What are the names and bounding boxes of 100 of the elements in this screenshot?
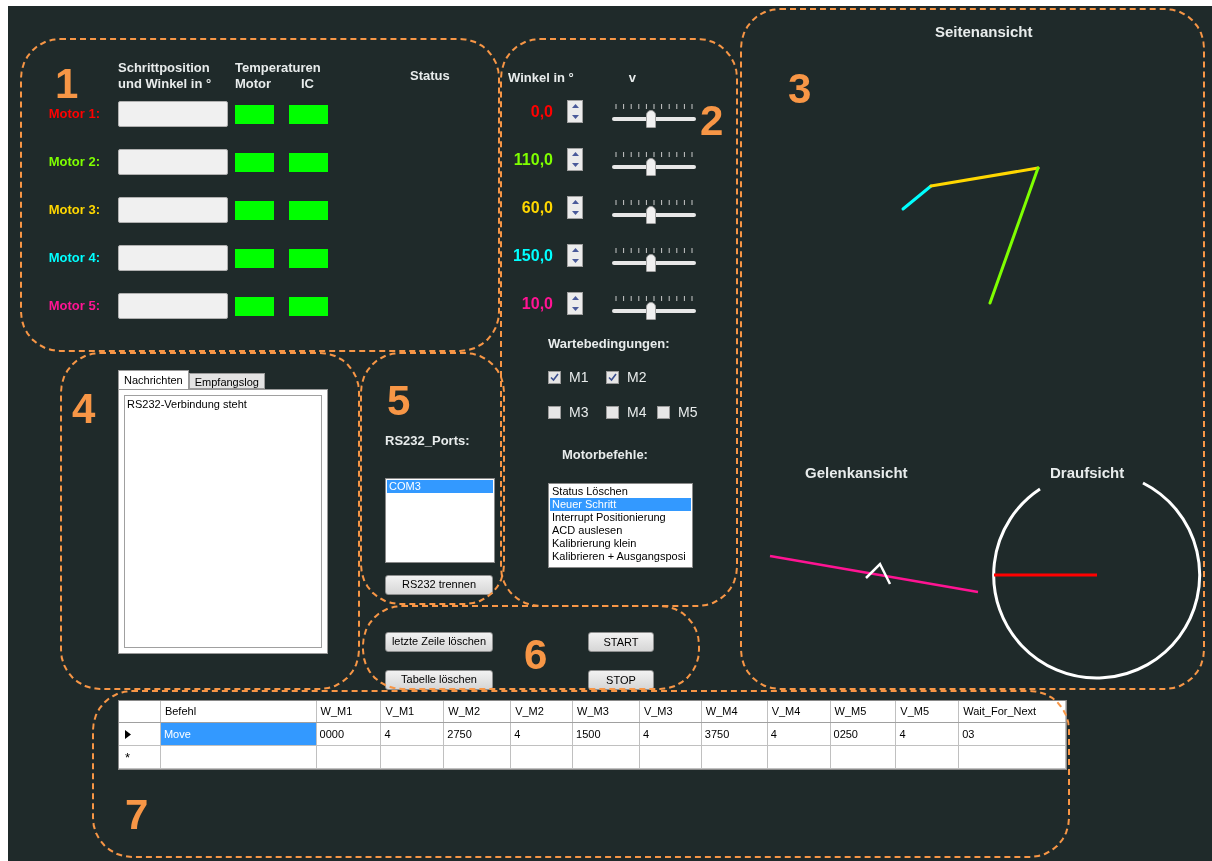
spin-buttons[interactable] [567,100,583,123]
table-cell[interactable]: 4 [511,723,574,745]
position-field[interactable] [118,293,228,319]
checkbox[interactable] [657,406,670,419]
slider-track[interactable] [612,253,696,272]
slider-thumb[interactable] [646,205,656,224]
down-arrow-icon [571,114,579,119]
angle-value: 0,0 [529,101,553,122]
checkbox[interactable] [606,406,619,419]
slider-track[interactable] [612,301,696,320]
clear-table-button[interactable]: Tabelle löschen [385,669,493,690]
view-title: Gelenkansicht [805,463,908,483]
up-arrow-icon [571,296,579,301]
slider-thumb[interactable] [646,157,656,176]
column-header: W_M2 [444,701,512,722]
list-item[interactable]: Kalibrierung klein [550,536,691,550]
angle-value: 10,0 [520,293,553,314]
table-cell[interactable]: 4 [767,723,831,745]
column-header: W_M4 [701,701,768,722]
view-title: Seitenansicht [935,22,1033,42]
region-number: 5 [387,380,411,422]
angle-value: 150,0 [511,245,553,266]
column-header: W_M5 [830,701,897,722]
command-list[interactable]: Status Löschen Neuer Schritt Interrupt Positionierung ACD auslesen Kalibrierung klein Kalibrieren + Ausgangsposi [548,482,693,568]
tab[interactable]: Empfangslog [188,373,265,389]
list-item[interactable]: Kalibrieren + Ausgangsposi [550,549,691,563]
motor-label: Motor 4: [47,249,100,268]
table-cell[interactable]: 0000 [316,723,382,745]
list-item[interactable]: Interrupt Positionierung [550,510,691,524]
position-field[interactable] [118,197,228,223]
checkbox[interactable] [548,371,561,384]
column-header: V_M1 [381,701,445,722]
column-heading: Schrittposition [118,60,211,76]
column-heading: und Winkel in ° [118,76,213,92]
slider-thumb[interactable] [646,109,656,128]
checkbox[interactable] [606,371,619,384]
motor-label: Motor 2: [47,153,100,172]
tab[interactable]: Nachrichten [118,370,189,389]
column-heading: Temperaturen [235,60,322,76]
table-cell[interactable]: 03 [959,723,1066,745]
start-button[interactable]: START [588,632,654,652]
check-icon [550,373,559,382]
table-cell[interactable]: 2750 [444,723,512,745]
message-list[interactable]: RS232-Verbindung steht [124,395,322,648]
table-cell[interactable]: 3750 [701,723,768,745]
column-heading: IC [301,76,314,92]
spin-buttons[interactable] [567,148,583,171]
motor-label: Motor 3: [47,201,100,220]
position-field[interactable] [118,101,228,127]
region-number: 4 [72,388,96,430]
checkbox[interactable] [548,406,561,419]
list-item[interactable]: Status Löschen [550,484,691,498]
position-field[interactable] [118,149,228,175]
spin-buttons[interactable] [567,244,583,267]
column-header: Befehl [160,701,317,722]
down-arrow-icon [571,210,579,215]
slider-track[interactable] [612,109,696,128]
column-header: W_M3 [573,701,640,722]
slider-thumb[interactable] [646,253,656,272]
up-arrow-icon [571,152,579,157]
disconnect-button[interactable]: RS232 trennen [385,574,493,595]
region-number: 2 [700,100,724,142]
up-arrow-icon [571,104,579,109]
table-cell[interactable]: 4 [896,723,960,745]
command-table[interactable]: Befehl W_M1 V_M1 W_M2 V_M2 W_M3 V_M3 W_M4 V_M4 W_M5 V_M5 Wait_For_Next Move 0000 4 2750 4 1500 4 3750 4 0250 4 03 * [118,700,1067,770]
new-row-marker: * [125,750,131,764]
checkbox-label: M2 [627,368,647,387]
message-text: RS232-Verbindung steht [127,398,248,411]
list-item[interactable]: ACD auslesen [550,523,691,537]
checkbox-label: M3 [569,403,589,422]
slider-track[interactable] [612,157,696,176]
up-arrow-icon [571,200,579,205]
view-title: Draufsicht [1050,463,1125,483]
slider-track[interactable] [612,205,696,224]
column-header: V_M4 [767,701,831,722]
table-cell[interactable]: 4 [639,723,702,745]
down-arrow-icon [571,258,579,263]
table-cell[interactable]: 0250 [830,723,897,745]
angle-value: 110,0 [512,149,553,170]
spin-buttons[interactable] [567,196,583,219]
row-header[interactable]: * [119,746,161,768]
table-cell[interactable]: 4 [381,723,445,745]
delete-row-button[interactable]: letzte Zeile löschen [385,631,493,652]
table-cell[interactable]: 1500 [573,723,640,745]
up-arrow-icon [571,248,579,253]
region-number: 3 [788,68,812,110]
column-heading: Status [410,68,450,85]
column-header: W_M1 [316,701,382,722]
region-number: 7 [125,794,149,836]
motor-label: Motor 1: [47,105,100,124]
stop-button[interactable]: STOP [588,670,654,690]
checkbox-label: M1 [569,368,589,387]
spin-buttons[interactable] [567,292,583,315]
position-field[interactable] [118,245,228,271]
wait-heading: Wartebedingungen: [548,334,671,353]
ports-heading: RS232_Ports: [385,432,471,447]
column-heading: Motor [235,76,273,92]
checkbox-label: M5 [678,403,698,422]
slider-thumb[interactable] [646,301,656,320]
region-number: 1 [55,63,79,105]
